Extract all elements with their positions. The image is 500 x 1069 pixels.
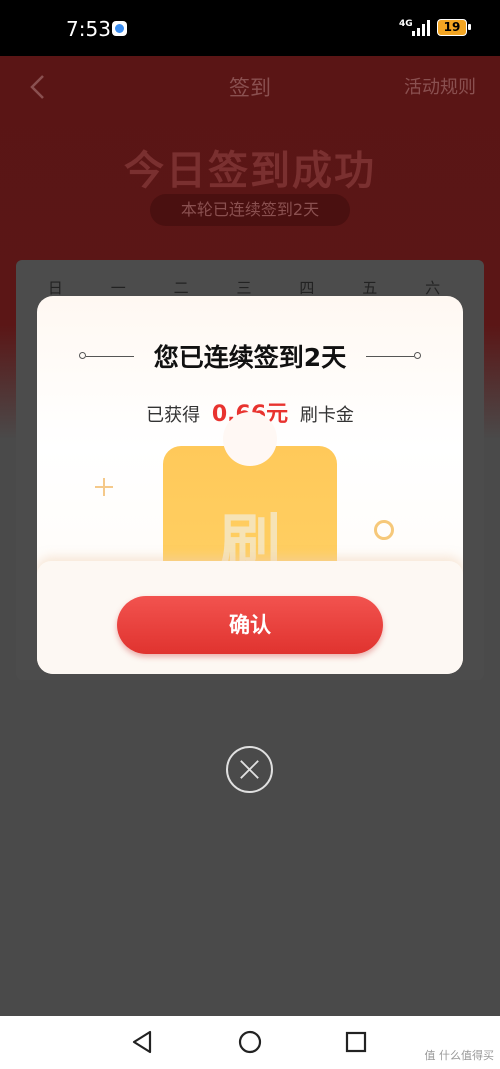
status-bar: 7:53 4G 19 (0, 0, 500, 56)
sparkle-plus-icon (95, 478, 113, 496)
weekday-label: 二 (173, 279, 189, 297)
checkin-success-title: 今日签到成功 (124, 148, 376, 194)
weekday-label: 一 (110, 279, 126, 297)
system-nav-bar: 值 什么值得买 (0, 1016, 500, 1069)
home-circle-icon[interactable] (237, 1029, 263, 1055)
calendar-weekday-row: 日 一 二 三 四 五 六 (24, 277, 464, 298)
network-type: 4G (399, 19, 413, 29)
title-decoration-right (414, 352, 421, 359)
streak-subtitle: 本轮已连续签到2天 (150, 194, 350, 226)
close-icon[interactable] (226, 746, 273, 793)
card-notch (223, 412, 277, 466)
back-triangle-icon[interactable] (130, 1029, 156, 1055)
title-decoration-right-line (366, 356, 414, 357)
weekday-label: 五 (362, 279, 378, 297)
battery-icon: 19 (437, 19, 471, 36)
recents-square-icon[interactable] (343, 1029, 369, 1055)
status-time: 7:53 (66, 17, 111, 41)
watermark: 值 什么值得买 (424, 1049, 495, 1062)
checkin-modal: 您已连续签到2天 已获得 0.66元 刷卡金 刷 确认 (37, 296, 463, 674)
weekday-label: 六 (425, 279, 441, 297)
reward-card: 刷 (163, 412, 337, 579)
reward-prefix: 已获得 (146, 405, 201, 426)
app-notification-icon (112, 21, 127, 36)
weekday-label: 日 (47, 279, 63, 297)
signal-icon (412, 20, 432, 36)
reward-suffix: 刷卡金 (299, 405, 354, 426)
confirm-button[interactable]: 确认 (117, 596, 383, 654)
sparkle-ring-icon (374, 520, 394, 540)
weekday-label: 四 (299, 279, 315, 297)
activity-rules-link[interactable]: 活动规则 (404, 73, 476, 99)
weekday-label: 三 (236, 279, 252, 297)
